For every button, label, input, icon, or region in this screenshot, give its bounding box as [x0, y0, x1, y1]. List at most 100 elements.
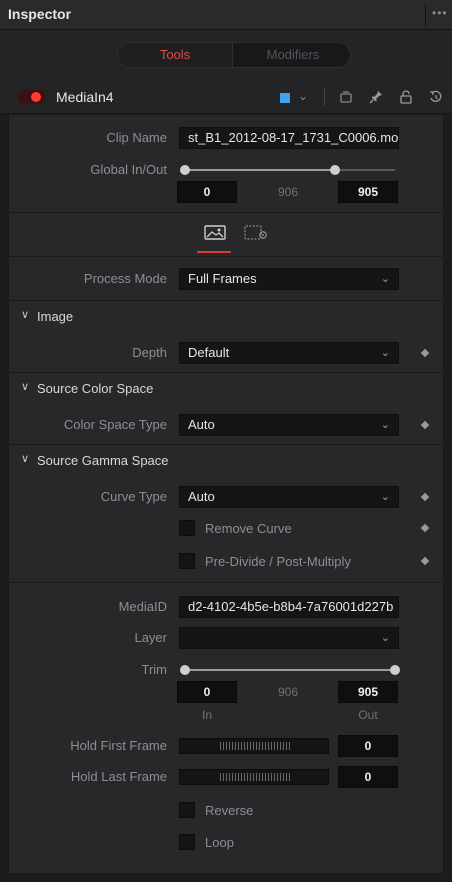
- titlebar-divider: [425, 4, 426, 26]
- clip-name-label: Clip Name: [106, 130, 167, 145]
- options-menu-icon[interactable]: •••: [432, 6, 448, 20]
- chevron-down-icon: ⌄: [380, 273, 390, 285]
- jog-ticks: [220, 742, 292, 750]
- process-section: Process Mode Full Frames ⌄: [9, 257, 443, 301]
- node-color-selector[interactable]: ⌄: [280, 89, 316, 106]
- reverse-label: Reverse: [205, 803, 254, 818]
- image-section-title: Image: [37, 309, 74, 324]
- tab-tools[interactable]: Tools: [118, 43, 233, 67]
- process-mode-value: Full Frames: [188, 271, 257, 286]
- toggle-knob: [31, 92, 41, 102]
- collapse-arrow-icon: ∨: [21, 453, 30, 465]
- reset-icon[interactable]: [428, 89, 444, 105]
- process-mode-label: Process Mode: [83, 271, 167, 286]
- layer-dropdown[interactable]: ⌄: [179, 627, 399, 649]
- keyframe-diamond-icon[interactable]: [420, 420, 430, 430]
- color-space-type-value: Auto: [188, 417, 215, 432]
- layer-label: Layer: [134, 630, 167, 645]
- gamma-space-title: Source Gamma Space: [37, 453, 169, 468]
- trim-out-handle[interactable]: [390, 665, 400, 675]
- subtab-section: [9, 213, 443, 257]
- keyframe-diamond-icon[interactable]: [420, 556, 430, 566]
- window-title: Inspector: [8, 6, 72, 22]
- depth-value: Default: [188, 345, 230, 360]
- image-section: ∨ Image Depth Default ⌄: [9, 301, 443, 373]
- mediaid-field[interactable]: d2-4102-4b5e-b8b4-7a76001d227b: [179, 596, 399, 618]
- curve-type-value: Auto: [188, 489, 215, 504]
- hold-first-jog[interactable]: [179, 738, 329, 754]
- inspector-panel: Clip Name st_B1_2012-08-17_1731_C0006.mo…: [8, 114, 444, 874]
- pin-icon[interactable]: [368, 89, 384, 105]
- inspector-titlebar: Inspector •••: [0, 0, 452, 30]
- chevron-down-icon: ⌄: [380, 347, 390, 359]
- color-space-header[interactable]: ∨ Source Color Space: [9, 373, 443, 405]
- trim-out-field[interactable]: 905: [338, 681, 398, 703]
- chevron-down-icon: ⌄: [298, 89, 309, 103]
- predivide-label: Pre-Divide / Post-Multiply: [205, 554, 351, 569]
- active-subtab-indicator: [197, 251, 231, 253]
- keyframe-diamond-icon[interactable]: [420, 348, 430, 358]
- predivide-checkbox[interactable]: [179, 553, 195, 569]
- versions-icon[interactable]: [338, 89, 354, 105]
- gamma-space-header[interactable]: ∨ Source Gamma Space: [9, 445, 443, 477]
- hold-last-jog[interactable]: [179, 769, 329, 785]
- reverse-checkbox[interactable]: [179, 802, 195, 818]
- remove-curve-checkbox[interactable]: [179, 520, 195, 536]
- curve-type-label: Curve Type: [100, 489, 167, 504]
- curve-type-dropdown[interactable]: Auto ⌄: [179, 486, 399, 508]
- node-enable-toggle[interactable]: [18, 90, 46, 104]
- global-duration: 906: [277, 185, 299, 199]
- chevron-down-icon: ⌄: [380, 419, 390, 431]
- settings-tab-icon[interactable]: [243, 224, 269, 245]
- trim-in-caption: In: [201, 708, 212, 722]
- loop-checkbox[interactable]: [179, 834, 195, 850]
- node-color-swatch: [280, 93, 290, 103]
- clip-section: Clip Name st_B1_2012-08-17_1731_C0006.mo…: [9, 115, 443, 213]
- lock-icon[interactable]: [398, 89, 414, 105]
- trim-range: [185, 669, 395, 671]
- remove-curve-label: Remove Curve: [205, 521, 292, 536]
- node-name: MediaIn4: [56, 89, 114, 105]
- tab-modifiers[interactable]: Modifiers: [234, 43, 350, 67]
- hold-last-field[interactable]: 0: [338, 766, 398, 788]
- global-out-field[interactable]: 905: [338, 181, 398, 203]
- trim-in-field[interactable]: 0: [177, 681, 237, 703]
- loop-label: Loop: [205, 835, 234, 850]
- color-space-type-dropdown[interactable]: Auto ⌄: [179, 414, 399, 436]
- depth-dropdown[interactable]: Default ⌄: [179, 342, 399, 364]
- global-inout-range: [185, 169, 335, 171]
- trim-label: Trim: [141, 662, 167, 677]
- depth-label: Depth: [132, 345, 167, 360]
- gamma-space-section: ∨ Source Gamma Space Curve Type Auto ⌄ R…: [9, 445, 443, 583]
- chevron-down-icon: ⌄: [380, 632, 390, 644]
- color-space-title: Source Color Space: [37, 381, 154, 396]
- global-in-handle[interactable]: [180, 165, 190, 175]
- image-section-header[interactable]: ∨ Image: [9, 301, 443, 333]
- tab-bar: Tools Modifiers: [0, 30, 452, 80]
- chevron-down-icon: ⌄: [380, 491, 390, 503]
- process-mode-dropdown[interactable]: Full Frames ⌄: [179, 268, 399, 290]
- trim-duration: 906: [277, 685, 299, 699]
- trim-in-handle[interactable]: [180, 665, 190, 675]
- clip-name-field[interactable]: st_B1_2012-08-17_1731_C0006.mov: [179, 127, 399, 149]
- global-in-field[interactable]: 0: [177, 181, 237, 203]
- global-inout-label: Global In/Out: [90, 162, 167, 177]
- mediaid-label: MediaID: [118, 599, 167, 614]
- media-section: MediaID d2-4102-4b5e-b8b4-7a76001d227b L…: [9, 583, 443, 873]
- node-header: MediaIn4 ⌄: [0, 80, 452, 114]
- collapse-arrow-icon: ∨: [21, 381, 30, 393]
- color-space-section: ∨ Source Color Space Color Space Type Au…: [9, 373, 443, 445]
- global-out-handle[interactable]: [330, 165, 340, 175]
- hold-first-field[interactable]: 0: [338, 735, 398, 757]
- hold-first-label: Hold First Frame: [70, 738, 167, 753]
- tab-segmented-control: Tools Modifiers: [117, 42, 351, 68]
- color-space-type-label: Color Space Type: [63, 417, 167, 432]
- trim-out-caption: Out: [358, 708, 378, 722]
- hold-last-label: Hold Last Frame: [70, 769, 167, 784]
- keyframe-diamond-icon[interactable]: [420, 492, 430, 502]
- collapse-arrow-icon: ∨: [21, 309, 30, 321]
- image-tab-icon[interactable]: [203, 224, 227, 245]
- header-divider: [324, 88, 325, 106]
- jog-ticks: [220, 773, 292, 781]
- keyframe-diamond-icon[interactable]: [420, 523, 430, 533]
